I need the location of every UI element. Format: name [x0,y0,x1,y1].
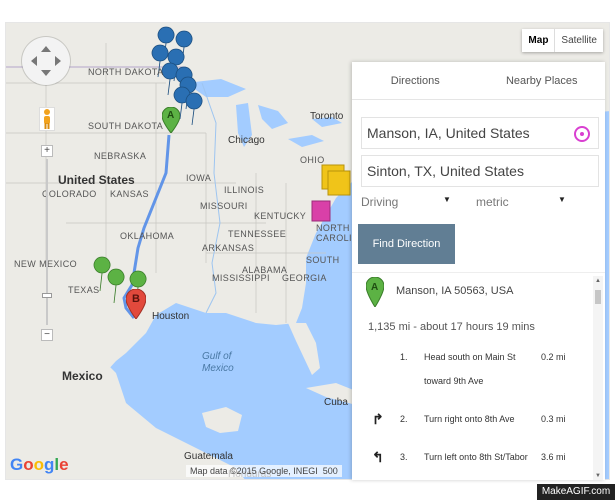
watermark: MakeAGIF.com [537,484,615,500]
zoom-thumb[interactable] [42,293,52,298]
label-guatemala: Guatemala [184,451,233,462]
app-frame: NORTH DAKOTA SOUTH DAKOTA NEBRASKA IOWA … [0,0,615,500]
scroll-down-icon[interactable]: ▼ [595,473,601,479]
label-illinois: ILLINOIS [224,185,265,195]
label-missouri: MISSOURI [200,201,248,211]
turn-left-icon: ↰ [372,449,384,465]
map-type-satellite-button[interactable]: Satellite [555,29,603,52]
zoom-control: + − [41,145,53,341]
label-iowa: IOWA [186,173,212,183]
label-houston: Houston [152,311,190,322]
label-kansas: KANSAS [110,189,149,199]
pegman-icon [44,109,50,129]
pan-arrows-icon [31,46,61,76]
label-tennessee: TENNESSEE [228,229,287,239]
label-gulf-1: Gulf of [202,351,232,362]
label-oklahoma: OKLAHOMA [120,231,175,241]
label-gulf-2: Mexico [202,363,234,374]
directions-panel: Directions Nearby Places Manson, IA, Uni… [352,62,605,480]
label-ohio: OHIO [300,155,325,165]
label-north: NORTH [316,223,350,233]
zoom-out-button[interactable]: − [41,329,53,341]
locate-me-icon[interactable] [574,126,590,142]
google-logo: Google [10,455,69,474]
zoom-in-button[interactable]: + [41,145,53,157]
label-nebraska: NEBRASKA [94,151,147,161]
label-kentucky: KENTUCKY [254,211,307,221]
label-cuba: Cuba [324,397,348,408]
route-summary: 1,135 mi - about 17 hours 19 mins [368,321,535,333]
label-united-states: United States [58,173,135,187]
label-south: SOUTH [306,255,340,265]
scrollbar-thumb[interactable] [595,290,601,304]
map-type-control: Map Satellite [522,29,603,52]
label-mexico: Mexico [62,369,103,383]
start-address: Manson, IA 50563, USA [396,285,514,297]
tab-directions[interactable]: Directions [352,62,479,99]
map-type-map-button[interactable]: Map [522,29,556,52]
direction-step[interactable]: ↱ 2. Turn right onto 8th Ave 0.3 mi [352,407,592,431]
direction-step[interactable]: ↰ 3. Turn left onto 8th St/Tabor 3.6 mi [352,445,592,469]
label-chicago: Chicago [228,135,265,146]
origin-input[interactable]: Manson, IA, United States [361,117,599,149]
map-attribution: Map data ©2015 Google, INEGI 500 [186,465,342,477]
directions-scrollbar[interactable]: ▲ ▼ [593,276,603,480]
label-north-dakota: NORTH DAKOTA [88,67,164,77]
start-marker-icon: A [365,276,385,308]
chevron-down-icon: ▼ [443,195,451,204]
label-arkansas: ARKANSAS [202,243,255,253]
directions-list[interactable]: A Manson, IA 50563, USA 1,135 mi - about… [352,272,605,480]
label-toronto: Toronto [310,111,344,122]
marker-a[interactable]: A [161,106,181,134]
chevron-down-icon: ▼ [558,195,566,204]
turn-right-icon: ↱ [372,411,384,427]
label-south-dakota: SOUTH DAKOTA [88,121,164,131]
label-alabama: ALABAMA [242,265,288,275]
street-view-pegman[interactable] [39,107,55,131]
scroll-up-icon[interactable]: ▲ [595,278,601,284]
travel-mode-select[interactable]: Driving ▼ [361,195,457,209]
zoom-track[interactable] [46,159,48,325]
label-georgia: GEORGIA [282,273,327,283]
units-select[interactable]: metric ▼ [476,195,572,209]
destination-input[interactable]: Sinton, TX, United States [361,155,599,187]
tab-nearby-places[interactable]: Nearby Places [479,62,606,99]
marker-b[interactable]: B [125,288,147,320]
panel-tabs: Directions Nearby Places [352,62,605,100]
pan-control[interactable] [22,37,70,85]
find-direction-button[interactable]: Find Direction [358,224,455,264]
label-texas: TEXAS [68,285,100,295]
direction-step[interactable]: 1. Head south on Main St toward 9th Ave … [352,345,592,395]
